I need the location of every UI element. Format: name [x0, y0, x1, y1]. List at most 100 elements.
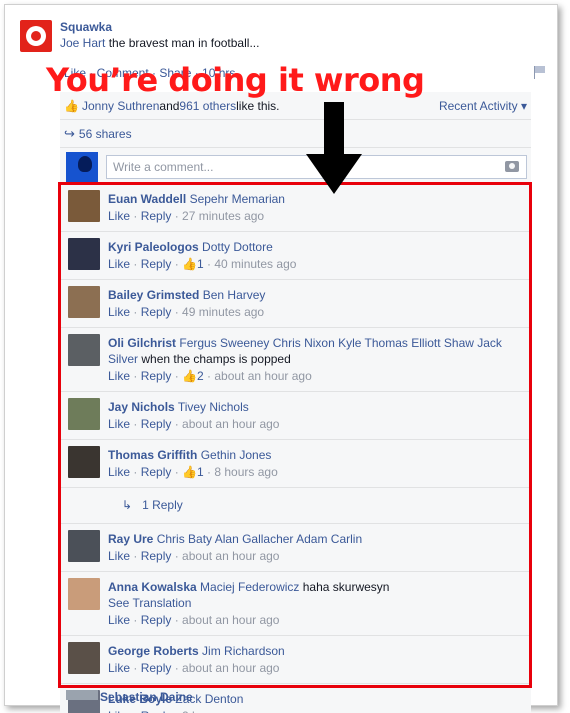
see-translation-link[interactable]: See Translation: [108, 595, 523, 611]
avatar: [66, 690, 98, 700]
separator: ·: [171, 369, 183, 383]
avatar[interactable]: [68, 446, 100, 478]
comment-body: Anna Kowalska Maciej Federowicz haha sku…: [108, 578, 523, 611]
comment-author[interactable]: Bailey Grimsted: [108, 288, 199, 302]
separator: ·: [171, 661, 183, 675]
comment-time: about an hour ago: [182, 613, 280, 627]
comment-author[interactable]: Anna Kowalska: [108, 580, 197, 594]
comment-tags[interactable]: Jim Richardson: [202, 644, 285, 658]
comment-text: when the champs is popped: [138, 352, 291, 366]
avatar[interactable]: [68, 190, 100, 222]
camera-icon[interactable]: [505, 161, 519, 172]
reply-arrow-icon: ↳: [122, 498, 133, 512]
like-link[interactable]: Like: [108, 417, 130, 431]
like-link[interactable]: Like: [108, 549, 130, 563]
comment-author[interactable]: Euan Waddell: [108, 192, 186, 206]
comment-like-count[interactable]: 1: [197, 465, 204, 479]
reply-link[interactable]: Reply: [141, 709, 172, 713]
comment-meta: Like · Reply · 2 hours ago: [108, 707, 523, 713]
like-link[interactable]: Like: [108, 709, 130, 713]
separator: ·: [130, 549, 141, 563]
like-link[interactable]: Like: [108, 257, 130, 271]
recent-activity-dropdown[interactable]: Recent Activity ▾: [439, 99, 527, 113]
squawka-logo[interactable]: [20, 20, 52, 52]
comment-tags[interactable]: Ben Harvey: [203, 288, 266, 302]
comment-text: haha skurwesyn: [299, 580, 390, 594]
replies-link[interactable]: ↳ 1 Reply: [60, 488, 531, 524]
comment-like-count[interactable]: 2: [197, 369, 204, 383]
comment-meta: Like · Reply · 👍2 · about an hour ago: [108, 367, 523, 385]
avatar[interactable]: [68, 642, 100, 674]
comment-author[interactable]: Oli Gilchrist: [108, 336, 176, 350]
comment-time: about an hour ago: [182, 417, 280, 431]
page-name[interactable]: Squawka: [60, 20, 112, 34]
reply-link[interactable]: Reply: [141, 549, 172, 563]
comment-body: Oli Gilchrist Fergus Sweeney Chris Nixon…: [108, 334, 523, 367]
comment-tags[interactable]: Gethin Jones: [201, 448, 272, 462]
like-link[interactable]: Like: [108, 305, 130, 319]
reply-link[interactable]: Reply: [141, 305, 172, 319]
reply-link[interactable]: Reply: [141, 661, 172, 675]
replies-count[interactable]: 1 Reply: [142, 498, 183, 512]
comment: Oli Gilchrist Fergus Sweeney Chris Nixon…: [60, 328, 531, 392]
comment-author[interactable]: Ray Ure: [108, 532, 153, 546]
down-arrow-icon: [306, 102, 362, 194]
comment-author[interactable]: Jay Nichols: [108, 400, 175, 414]
thumbs-up-icon[interactable]: 👍: [182, 257, 197, 271]
comment: Jay Nichols Tivey Nichols Like · Reply · …: [60, 392, 531, 440]
comment-time: 8 hours ago: [214, 465, 278, 479]
like-link[interactable]: Like: [108, 661, 130, 675]
shares-row[interactable]: ↪ 56 shares: [60, 120, 531, 148]
like-link[interactable]: Like: [108, 465, 130, 479]
comment-author[interactable]: George Roberts: [108, 644, 199, 658]
post-tag[interactable]: Joe Hart: [60, 36, 105, 50]
reply-link[interactable]: Reply: [141, 465, 172, 479]
comment-meta: Like · Reply · 👍1 · 40 minutes ago: [108, 255, 523, 273]
comment: Bailey Grimsted Ben Harvey Like · Reply ·…: [60, 280, 531, 328]
reply-link[interactable]: Reply: [141, 209, 172, 223]
separator: ·: [171, 709, 182, 713]
separator: ·: [171, 549, 183, 563]
likes-others[interactable]: 961 others: [179, 99, 236, 113]
like-link[interactable]: Like: [108, 369, 130, 383]
reply-link[interactable]: Reply: [141, 417, 172, 431]
comment-like-count[interactable]: 1: [197, 257, 204, 271]
comment-meta: Like · Reply · about an hour ago: [108, 415, 523, 433]
flag-icon[interactable]: [534, 66, 546, 79]
comment-author[interactable]: Sebastian Daine: [100, 690, 193, 704]
comment: Kyri Paleologos Dotty Dottore Like · Repl…: [60, 232, 531, 280]
like-link[interactable]: Like: [108, 613, 130, 627]
reply-link[interactable]: Reply: [141, 369, 172, 383]
comment-tags[interactable]: Sepehr Memarian: [190, 192, 285, 206]
shares-count[interactable]: 56 shares: [79, 127, 132, 141]
separator: ·: [171, 465, 183, 479]
reply-link[interactable]: Reply: [141, 613, 172, 627]
comment: Ray Ure Chris Baty Alan Gallacher Adam C…: [60, 524, 531, 572]
like-link[interactable]: Like: [108, 209, 130, 223]
comment-tags[interactable]: Chris Baty Alan Gallacher Adam Carlin: [157, 532, 362, 546]
reply-link[interactable]: Reply: [141, 257, 172, 271]
comment-tags[interactable]: Maciej Federowicz: [200, 580, 299, 594]
comment-author[interactable]: Thomas Griffith: [108, 448, 197, 462]
separator: ·: [203, 257, 215, 271]
thumbs-up-icon[interactable]: 👍: [182, 465, 197, 479]
comment-list: Euan Waddell Sepehr Memarian Like · Reply…: [60, 184, 531, 713]
avatar[interactable]: [68, 286, 100, 318]
comment-tags[interactable]: Tivey Nichols: [178, 400, 249, 414]
avatar[interactable]: [68, 238, 100, 270]
avatar[interactable]: [68, 398, 100, 430]
avatar[interactable]: [68, 578, 100, 610]
share-icon: ↪: [64, 125, 75, 141]
comment-author[interactable]: Kyri Paleologos: [108, 240, 199, 254]
avatar[interactable]: [68, 334, 100, 366]
ufi-box: 👍 Jonny Suthren and 961 others like this…: [60, 92, 531, 188]
separator: ·: [130, 661, 141, 675]
comment-composer: [60, 148, 531, 188]
comment-tags[interactable]: Dotty Dottore: [202, 240, 273, 254]
avatar[interactable]: [68, 530, 100, 562]
liker-name[interactable]: Jonny Suthren: [82, 99, 159, 113]
separator: ·: [171, 613, 183, 627]
post-header: Squawka Joe Hart the bravest man in foot…: [20, 20, 520, 56]
comment-body: George Roberts Jim Richardson: [108, 642, 523, 659]
thumbs-up-icon[interactable]: 👍: [182, 369, 197, 383]
